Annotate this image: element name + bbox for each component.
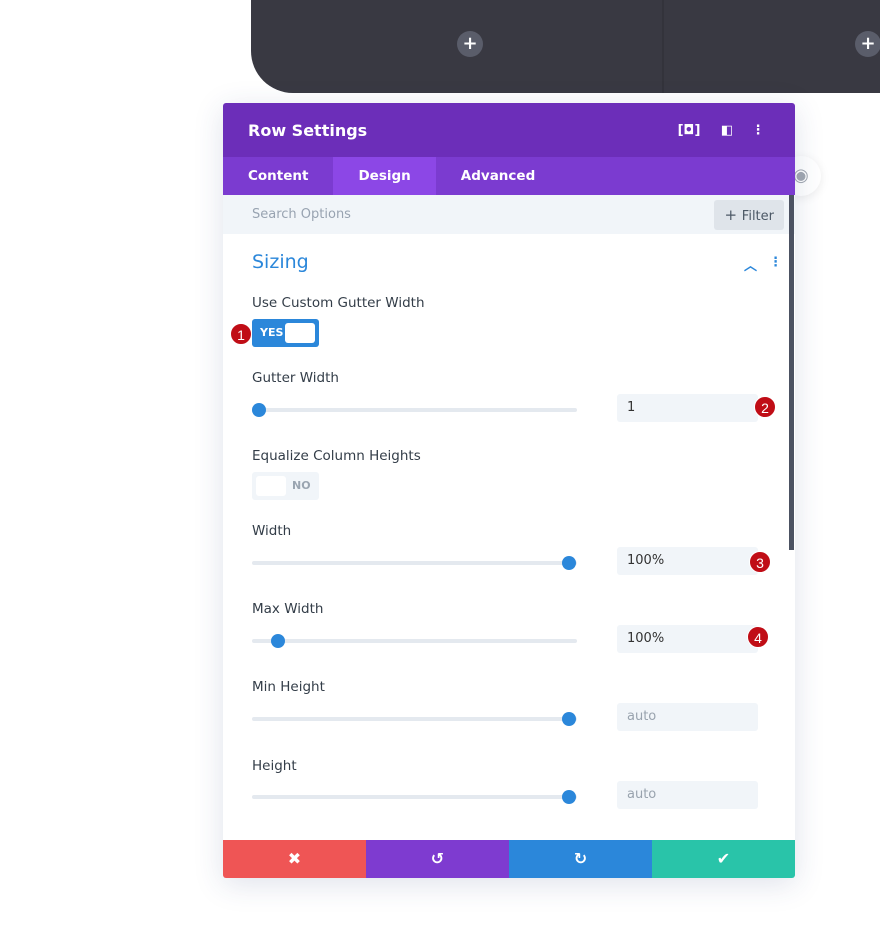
step-badge: 1 [230,323,252,345]
height-label: Height [252,758,297,774]
min-height-slider[interactable] [252,712,577,726]
slider-thumb[interactable] [562,712,576,726]
slider-thumb[interactable] [562,790,576,804]
action-bar: ✖ ↺ ↻ ✔ [223,840,795,878]
height-input[interactable]: auto [617,781,758,809]
gutter-width-slider[interactable] [252,403,577,417]
filter-label: Filter [741,208,774,224]
panel-header: Row Settings [◘] ◧ ⋮ [223,103,795,157]
step-badge: 4 [747,626,769,648]
toggle-value: NO [292,479,311,492]
plus-icon: + [724,205,742,224]
add-module-plus-icon[interactable]: + [457,31,483,57]
check-icon: ✔ [716,849,731,868]
equalize-label: Equalize Column Heights [252,448,421,464]
undo-button[interactable]: ↺ [366,840,509,878]
step-badge: 2 [754,396,776,418]
slider-thumb[interactable] [252,403,266,417]
width-slider[interactable] [252,556,577,570]
filter-button[interactable]: + Filter [714,199,784,230]
slider-thumb[interactable] [270,634,285,648]
more-vertical-icon[interactable]: ⋮ [769,255,782,270]
custom-gutter-label: Use Custom Gutter Width [252,295,425,311]
redo-button[interactable]: ↻ [509,840,652,878]
redo-icon: ↻ [573,849,588,868]
scrollbar[interactable] [789,195,794,550]
search-bar: Search Options + Filter [223,195,795,234]
close-icon: ✖ [287,849,302,868]
discard-button[interactable]: ✖ [223,840,366,878]
gutter-width-input[interactable]: 1 [617,394,758,422]
chevron-up-icon[interactable]: ︿ [744,255,757,274]
column-divider [662,0,664,93]
step-badge: 3 [749,551,771,573]
undo-icon: ↺ [430,849,445,868]
slider-thumb[interactable] [562,556,576,570]
section-title[interactable]: Sizing [252,251,309,273]
tab-advanced[interactable]: Advanced [436,157,560,195]
add-module-plus-icon[interactable]: + [855,31,880,57]
max-width-label: Max Width [252,601,324,617]
min-height-label: Min Height [252,679,325,695]
tab-content[interactable]: Content [223,157,333,195]
panel-title: Row Settings [248,120,368,140]
search-input[interactable]: Search Options [252,207,351,222]
min-height-input[interactable]: auto [617,703,758,731]
width-input[interactable]: 100% [617,547,758,575]
custom-gutter-toggle[interactable]: YES [252,319,319,347]
height-slider[interactable] [252,790,577,804]
tab-bar: Content Design Advanced [223,157,795,195]
focus-icon[interactable]: [◘] [670,123,708,138]
max-width-slider[interactable] [252,634,577,648]
tab-design[interactable]: Design [333,157,436,195]
max-width-input[interactable]: 100% [617,625,758,653]
width-label: Width [252,523,292,539]
row-settings-panel: Row Settings [◘] ◧ ⋮ Content Design Adva… [223,103,795,878]
gutter-width-label: Gutter Width [252,370,339,386]
more-vertical-icon[interactable]: ⋮ [746,123,770,138]
save-button[interactable]: ✔ [652,840,795,878]
toggle-value: YES [260,326,284,339]
split-view-icon[interactable]: ◧ [708,123,746,138]
canvas-row [251,0,880,93]
equalize-toggle[interactable]: NO [252,472,319,500]
